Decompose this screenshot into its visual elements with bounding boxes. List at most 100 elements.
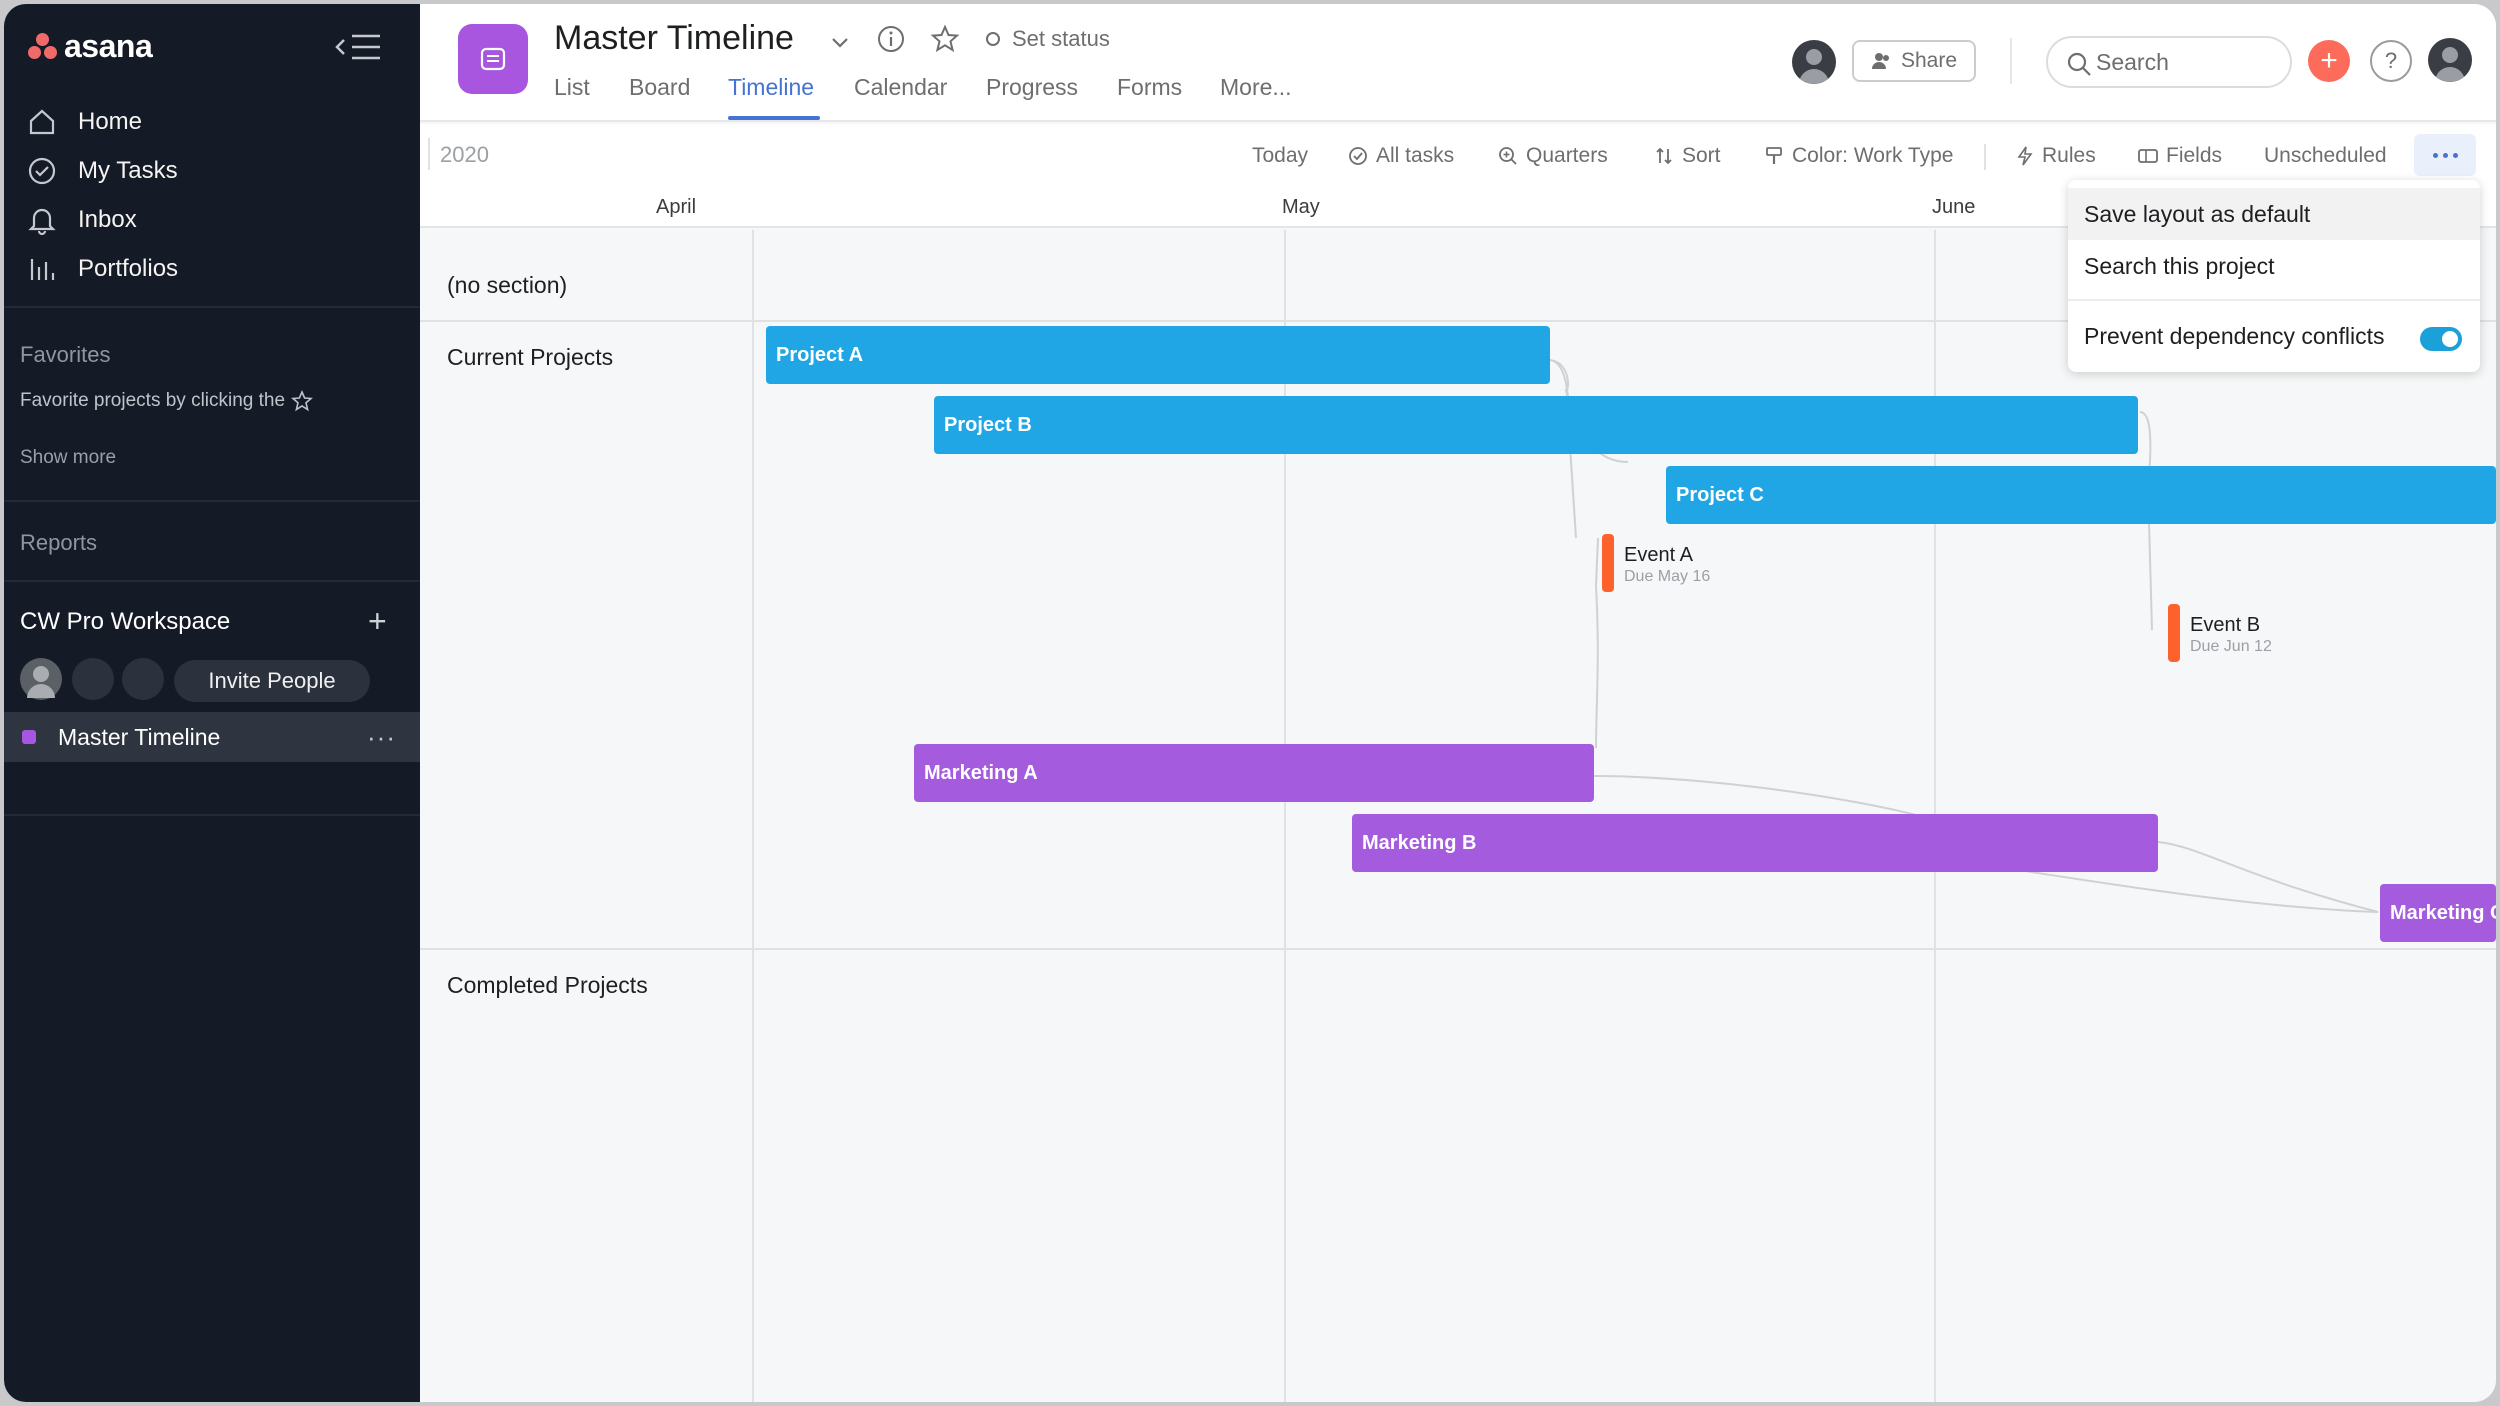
more-options-icon[interactable]: ··· (367, 722, 396, 753)
task-bar-marketing-c[interactable]: Marketing C (2380, 884, 2496, 942)
task-bar-project-c[interactable]: Project C (1666, 466, 2496, 524)
menu-item-save-layout[interactable]: Save layout as default (2068, 188, 2480, 240)
check-circle-icon (1349, 147, 1367, 165)
share-button[interactable]: Share (1852, 40, 1976, 82)
month-label: April (656, 196, 697, 218)
check-circle-icon (28, 157, 56, 185)
invite-people-button[interactable]: Invite People (174, 660, 370, 702)
tab-progress[interactable]: Progress (986, 74, 1078, 101)
year-divider (428, 138, 430, 170)
header-divider (2010, 38, 2012, 84)
member-placeholder-avatar[interactable] (122, 658, 164, 700)
sidebar: asana Home My Tasks Inbox Portfolios Fav… (4, 4, 420, 1402)
favorites-heading[interactable]: Favorites (20, 342, 110, 368)
help-button[interactable]: ? (2370, 40, 2412, 82)
section-completed-projects[interactable]: Completed Projects (447, 972, 648, 999)
unscheduled-button[interactable]: Unscheduled (2264, 144, 2387, 168)
set-status-label: Set status (1012, 26, 1110, 51)
nav-my-tasks[interactable]: My Tasks (20, 149, 400, 193)
nav-portfolios[interactable]: Portfolios (20, 247, 400, 291)
unscheduled-label: Unscheduled (2264, 144, 2387, 167)
quick-add-button[interactable]: + (2308, 40, 2350, 82)
sidebar-divider (4, 580, 420, 582)
nav-home[interactable]: Home (20, 100, 400, 144)
tab-calendar[interactable]: Calendar (854, 74, 947, 101)
quarters-label: Quarters (1526, 144, 1608, 167)
menu-item-search-project[interactable]: Search this project (2068, 240, 2480, 292)
section-column (420, 230, 752, 1402)
chevron-down-icon[interactable] (828, 30, 852, 54)
nav-my-tasks-label: My Tasks (78, 157, 178, 184)
star-icon[interactable] (930, 24, 960, 54)
zoom-quarters-button[interactable]: Quarters (1498, 144, 1608, 168)
app-name: asana (64, 27, 153, 64)
milestone-event-a[interactable] (1602, 534, 1614, 592)
rules-label: Rules (2042, 144, 2096, 167)
prevent-conflicts-label: Prevent dependency conflicts (2084, 322, 2385, 349)
prevent-conflicts-toggle[interactable] (2420, 327, 2462, 351)
task-bar-project-a[interactable]: Project A (766, 326, 1550, 384)
search-input[interactable]: Search (2046, 36, 2292, 88)
add-icon[interactable]: + (368, 605, 387, 637)
people-icon (1871, 53, 1889, 69)
milestone-title: Event B (2190, 614, 2261, 636)
today-button[interactable]: Today (1252, 144, 1308, 168)
app-window: asana Home My Tasks Inbox Portfolios Fav… (4, 4, 2496, 1402)
reports-link[interactable]: Reports (20, 530, 97, 556)
rules-button[interactable]: Rules (2016, 144, 2096, 168)
set-status-button[interactable]: Set status (986, 26, 1110, 52)
sidebar-divider (4, 500, 420, 502)
project-icon[interactable] (458, 24, 528, 94)
section-current-projects[interactable]: Current Projects (447, 344, 613, 371)
project-member-avatar[interactable] (1792, 40, 1836, 84)
search-icon (2067, 52, 2091, 76)
favorites-hint: Favorite projects by clicking the (20, 390, 314, 412)
more-actions-button[interactable] (2414, 134, 2476, 176)
tab-board[interactable]: Board (629, 74, 690, 101)
tab-forms[interactable]: Forms (1117, 74, 1182, 101)
nav-home-label: Home (78, 108, 143, 135)
info-icon[interactable] (876, 24, 906, 54)
member-placeholder-avatar[interactable] (72, 658, 114, 700)
task-bar-project-b[interactable]: Project B (934, 396, 2138, 454)
tab-timeline[interactable]: Timeline (728, 74, 814, 101)
color-button[interactable]: Color: Work Type (1764, 144, 1953, 168)
sidebar-project-master-timeline[interactable]: Master Timeline ··· (4, 712, 420, 762)
tab-more[interactable]: More... (1220, 74, 1292, 101)
milestone-due-date: Due Jun 12 (2190, 638, 2272, 655)
list-icon (480, 47, 506, 71)
workspace-name[interactable]: CW Pro Workspace (20, 608, 230, 636)
project-header: Master Timeline Set status List Board Ti… (420, 4, 2496, 122)
sort-button[interactable]: Sort (1654, 144, 1721, 168)
status-circle-icon (986, 32, 1000, 46)
task-bar-marketing-b[interactable]: Marketing B (1352, 814, 2158, 872)
show-more-link[interactable]: Show more (20, 447, 116, 469)
bar-chart-icon (30, 259, 55, 280)
nav-inbox-label: Inbox (78, 206, 137, 233)
collapse-sidebar-icon[interactable] (332, 30, 384, 64)
menu-item-prevent-conflicts[interactable]: Prevent dependency conflicts (2068, 310, 2480, 362)
sidebar-project-label: Master Timeline (58, 723, 221, 750)
all-tasks-button[interactable]: All tasks (1348, 144, 1454, 168)
sidebar-divider (4, 306, 420, 308)
milestone-title: Event A (1624, 544, 1693, 566)
fields-button[interactable]: Fields (2138, 144, 2222, 168)
active-tab-indicator (728, 116, 820, 120)
star-icon (291, 390, 314, 412)
asana-logo[interactable]: asana (26, 26, 153, 66)
nav-portfolios-label: Portfolios (78, 255, 179, 282)
paint-brush-icon (1766, 147, 1782, 164)
task-bar-marketing-a[interactable]: Marketing A (914, 744, 1594, 802)
tab-list[interactable]: List (554, 74, 590, 101)
nav-inbox[interactable]: Inbox (20, 198, 400, 242)
milestone-event-b[interactable] (2168, 604, 2180, 662)
project-color-swatch (22, 730, 36, 744)
home-icon (29, 109, 55, 135)
color-label: Color: Work Type (1792, 144, 1954, 167)
zoom-icon (1499, 147, 1517, 165)
section-no-section[interactable]: (no section) (447, 272, 567, 299)
lightning-icon (2017, 146, 2033, 166)
user-avatar[interactable] (2428, 38, 2472, 82)
member-avatar[interactable] (20, 658, 62, 700)
asana-logo-icon (26, 31, 60, 61)
